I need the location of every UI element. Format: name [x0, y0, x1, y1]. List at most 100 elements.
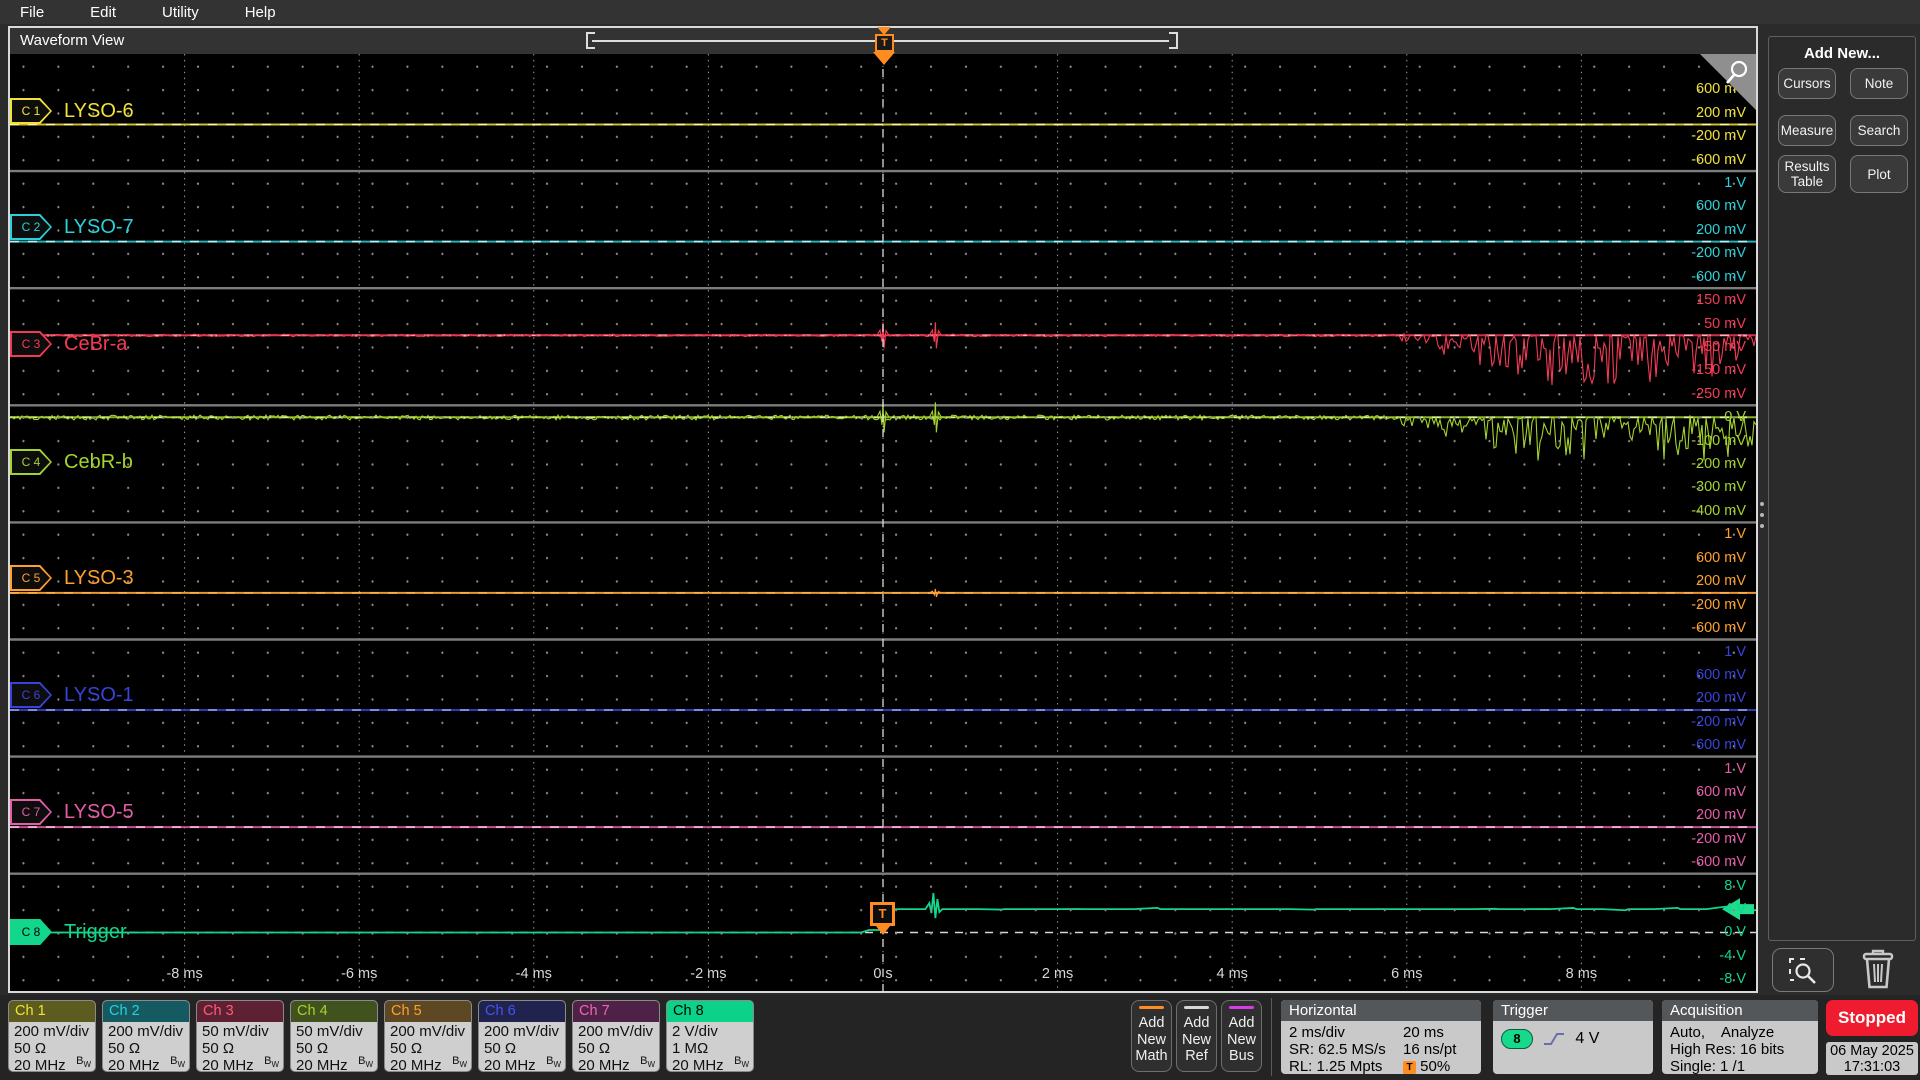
channel-badge-title: Ch 4 [291, 1001, 377, 1022]
channel-badge-settings: 200 mV/div50 Ω20 MHzBW [103, 1022, 189, 1072]
scale-label: -200 mV [1691, 245, 1746, 261]
horizontal-title: Horizontal [1281, 1000, 1481, 1021]
right-sidebar: Add New... CursorsNoteMeasureSearchResul… [1758, 24, 1920, 995]
channel-badge-title: Ch 7 [573, 1001, 659, 1022]
menu-item-file[interactable]: File [20, 4, 44, 21]
channel-settings-badge-2[interactable]: Ch 2200 mV/div50 Ω20 MHzBW [102, 1000, 190, 1072]
add-new-bus-button[interactable]: AddNewBus [1221, 1000, 1262, 1072]
add-new-math-button[interactable]: AddNewMath [1131, 1000, 1172, 1072]
add-new-panel: Add New... CursorsNoteMeasureSearchResul… [1768, 36, 1916, 941]
channel-badge-c1[interactable]: C 1 [10, 98, 52, 124]
channel-slab-3: 150 mV50 mV-50 mV-150 mV-250 mV [10, 288, 1756, 405]
channel-badge-c3[interactable]: C 3 [10, 331, 52, 357]
trash-button[interactable] [1858, 946, 1898, 997]
bottom-bar: Horizontal 2 ms/div 20 ms SR: 62.5 MS/s … [0, 995, 1920, 1080]
overview-bracket-right[interactable] [1169, 32, 1178, 49]
time-axis-label: 2 ms [1042, 966, 1073, 982]
channel-badge-title: Ch 6 [479, 1001, 565, 1022]
run-stop-status[interactable]: Stopped [1826, 1000, 1918, 1036]
channel-slab-7: 1 V600 mV200 mV-200 mV-600 mV [10, 757, 1756, 874]
bandwidth-limit-badge: BW [640, 1053, 655, 1072]
add-new-measure-button[interactable]: Measure [1778, 115, 1836, 146]
waveform-view-title: Waveform View [20, 32, 124, 49]
acquisition-mode: Auto, Analyze [1670, 1024, 1774, 1041]
scale-label: -600 mV [1691, 854, 1746, 870]
channel-settings-badge-4[interactable]: Ch 450 mV/div50 Ω20 MHzBW [290, 1000, 378, 1072]
scale-label: -150 mV [1691, 362, 1746, 378]
waveform-frame: Waveform View T T 600 mV200 mV-200 mV-60… [8, 26, 1758, 993]
channel-badge-c2[interactable]: C 2 [10, 214, 52, 240]
menu-item-edit[interactable]: Edit [90, 4, 116, 21]
channel-settings-badge-5[interactable]: Ch 5200 mV/div50 Ω20 MHzBW [384, 1000, 472, 1072]
add-new-search-button[interactable]: Search [1850, 115, 1908, 146]
scale-label: -200 mV [1691, 128, 1746, 144]
plot-area[interactable]: T 600 mV200 mV-200 mV-600 mVC 1LYSO-61 V… [10, 54, 1756, 991]
channel-badge-c7[interactable]: C 7 [10, 799, 52, 825]
overview-bracket-left[interactable] [586, 32, 595, 49]
acquisition-panel[interactable]: Acquisition Auto, Analyze High Res: 16 b… [1662, 1000, 1818, 1074]
channel-badge-title: Ch 3 [197, 1001, 283, 1022]
magnifier-icon [1722, 58, 1752, 88]
channel-settings-badge-8[interactable]: Ch 82 V/div1 MΩ20 MHzBW [666, 1000, 754, 1072]
trigger-t-badge[interactable]: T [870, 902, 895, 926]
bandwidth-limit-badge: BW [734, 1053, 749, 1072]
horizontal-panel[interactable]: Horizontal 2 ms/div 20 ms SR: 62.5 MS/s … [1281, 1000, 1481, 1074]
trigger-level: 4 V [1575, 1030, 1599, 1047]
channel-badge-c8[interactable]: C 8 [10, 919, 52, 945]
time-axis-label: -4 ms [516, 966, 552, 982]
menu-item-help[interactable]: Help [245, 4, 276, 21]
add-new-note-button[interactable]: Note [1850, 68, 1908, 99]
accent-bar [1184, 1006, 1209, 1009]
channel-name-c4: CebR-b [64, 451, 133, 474]
channel-badge-c6[interactable]: C 6 [10, 682, 52, 708]
channel-slab-5: 1 V600 mV200 mV-200 mV-600 mV [10, 522, 1756, 639]
splitter-handle[interactable] [1758, 502, 1766, 542]
channel-name-c8: Trigger [64, 921, 127, 944]
scale-label: -100 mV [1691, 433, 1746, 449]
channel-badge-label: C 6 [12, 684, 50, 706]
channel-slab-2: 1 V600 mV200 mV-200 mV-600 mV [10, 171, 1756, 288]
horizontal-trig-pos: T 50% [1403, 1058, 1450, 1074]
scale-label: 1 V [1724, 761, 1746, 777]
channel-settings-badge-6[interactable]: Ch 6200 mV/div50 Ω20 MHzBW [478, 1000, 566, 1072]
time-axis-label: -6 ms [341, 966, 377, 982]
trigger-source-badge: 8 [1501, 1029, 1533, 1049]
channel-settings-badge-3[interactable]: Ch 350 mV/div50 Ω20 MHzBW [196, 1000, 284, 1072]
zoom-region-icon [1786, 955, 1820, 985]
menu-item-utility[interactable]: Utility [162, 4, 199, 21]
rising-edge-icon [1541, 1030, 1567, 1048]
channel-badge-label: C 1 [12, 100, 50, 122]
time-axis-label: -8 ms [166, 966, 202, 982]
add-new-results-table-button[interactable]: Results Table [1778, 155, 1836, 193]
channel-name-c5: LYSO-3 [64, 567, 134, 590]
time-axis-label: 0 s [873, 966, 892, 982]
channel-badge-settings: 200 mV/div50 Ω20 MHzBW [9, 1022, 95, 1072]
scale-label: -200 mV [1691, 456, 1746, 472]
horizontal-rl: RL: 1.25 Mpts [1289, 1058, 1382, 1074]
bandwidth-limit-badge: BW [358, 1053, 373, 1072]
add-new-plot-button[interactable]: Plot [1850, 155, 1908, 193]
zoom-region-button[interactable] [1772, 948, 1834, 992]
channel-group-c4: C 4 CebR-b [10, 449, 133, 475]
scale-label: 1 V [1724, 526, 1746, 542]
trigger-panel[interactable]: Trigger 8 4 V [1493, 1000, 1653, 1074]
channel-group-c2: C 2LYSO-7 [10, 214, 134, 240]
datetime-box: 06 May 2025 17:31:03 [1826, 1042, 1918, 1075]
add-new-ref-button[interactable]: AddNewRef [1176, 1000, 1217, 1072]
channel-group-c7: C 7LYSO-5 [10, 799, 134, 825]
channel-badge-c4[interactable]: C 4 [10, 449, 52, 475]
trigger-position-marker[interactable]: T [875, 34, 894, 52]
channel-group-c8: C 8 Trigger [10, 919, 127, 945]
channel-badge-c5[interactable]: C 5 [10, 565, 52, 591]
scale-label: 1 V [1724, 644, 1746, 660]
channel-badge-label: C 7 [12, 801, 50, 823]
trigger-marker-bottom-icon[interactable] [873, 52, 895, 65]
add-new-cursors-button[interactable]: Cursors [1778, 68, 1836, 99]
bandwidth-limit-badge: BW [170, 1053, 185, 1072]
channel-settings-badge-7[interactable]: Ch 7200 mV/div50 Ω20 MHzBW [572, 1000, 660, 1072]
scale-label: 8 V [1724, 878, 1746, 894]
channel-group-c6: C 6LYSO-1 [10, 682, 134, 708]
channel-settings-badge-1[interactable]: Ch 1200 mV/div50 Ω20 MHzBW [8, 1000, 96, 1072]
bandwidth-limit-badge: BW [264, 1053, 279, 1072]
accent-bar [1229, 1006, 1254, 1009]
